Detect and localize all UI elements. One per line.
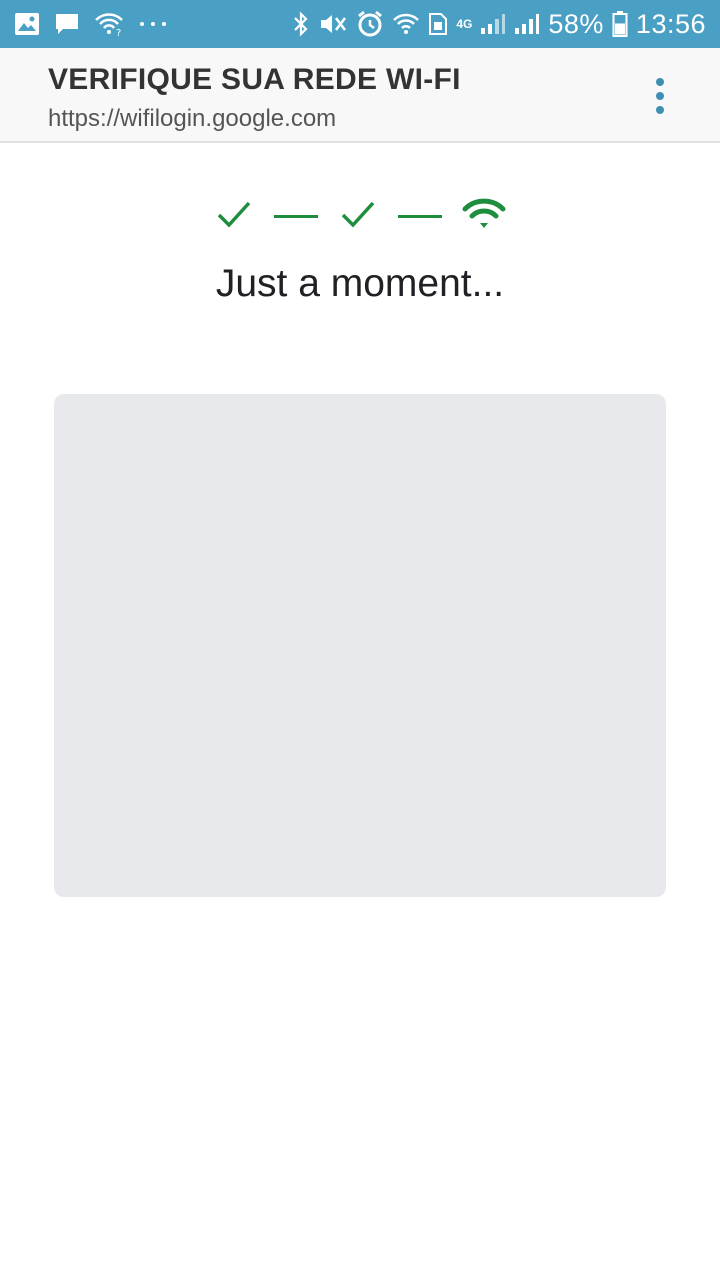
message-icon	[54, 10, 80, 38]
svg-text:?: ?	[116, 28, 121, 37]
app-bar: VERIFIQUE SUA REDE WI-FI https://wifilog…	[0, 48, 720, 143]
gallery-icon	[14, 10, 40, 38]
clock: 13:56	[635, 8, 706, 39]
menu-dot	[656, 106, 664, 114]
loading-message: Just a moment...	[215, 262, 505, 305]
bluetooth-icon	[292, 10, 310, 38]
battery-percent: 58%	[548, 8, 604, 39]
alarm-icon	[356, 10, 384, 38]
signal-icon-sim1	[480, 10, 506, 38]
menu-dot	[656, 92, 664, 100]
sim-icon	[428, 10, 448, 38]
check-icon	[214, 197, 254, 236]
signal-icon	[514, 10, 540, 38]
progress-connector	[398, 214, 442, 218]
status-bar-system: 4G 58% 13:56	[292, 9, 706, 40]
more-notifications-icon	[138, 10, 168, 38]
signal-4g-icon: 4G	[456, 10, 472, 38]
wifi-icon	[462, 197, 506, 236]
battery-icon	[612, 10, 628, 38]
mute-vibrate-icon	[318, 10, 348, 38]
content-placeholder	[54, 394, 666, 897]
network-label: 4G	[456, 16, 473, 31]
wifi-icon	[392, 10, 420, 38]
menu-dot	[656, 78, 664, 86]
check-icon	[338, 197, 378, 236]
status-bar: ? 4G 58% 13:56	[0, 0, 720, 48]
wifi-question-icon: ?	[94, 10, 124, 38]
progress-steps	[0, 196, 720, 236]
page-title: VERIFIQUE SUA REDE WI-FI	[48, 63, 461, 96]
more-vert-icon[interactable]	[648, 78, 672, 114]
status-bar-notifications: ?	[14, 10, 168, 38]
progress-connector	[274, 214, 318, 218]
url-label: https://wifilogin.google.com	[48, 105, 337, 132]
